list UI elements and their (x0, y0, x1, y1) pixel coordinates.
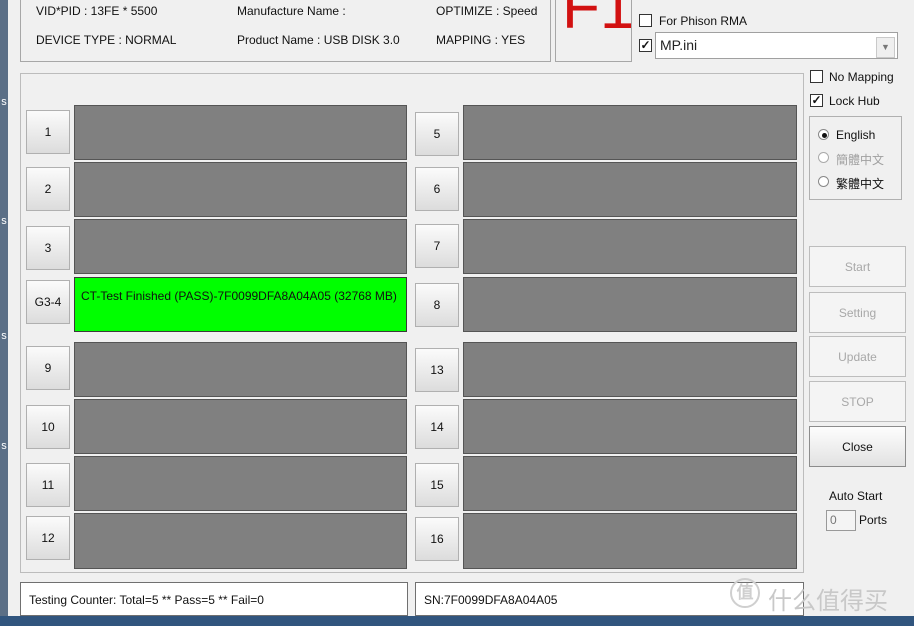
port-slot-12 (74, 513, 407, 569)
auto-start-value: 0 (830, 513, 837, 527)
port-slot-14 (463, 399, 797, 454)
device-info-panel: VID*PID : 13FE * 5500 DEVICE TYPE : NORM… (20, 0, 551, 62)
language-label-english: English (836, 128, 876, 142)
port-slot-g3-4: CT-Test Finished (PASS)-7F0099DFA8A04A05… (74, 277, 407, 332)
port-button-6[interactable]: 6 (415, 167, 459, 211)
language-label-simplified-chinese: 簡體中文 (836, 153, 885, 167)
port-button-2[interactable]: 2 (26, 167, 70, 211)
port-slot-5 (463, 105, 797, 160)
port-button-15[interactable]: 15 (415, 463, 459, 507)
language-radio-simplified-chinese[interactable] (818, 152, 829, 163)
mp-ini-value: MP.ini (660, 37, 698, 53)
port-button-16[interactable]: 16 (415, 517, 459, 561)
port-button-7[interactable]: 7 (415, 224, 459, 268)
close-button[interactable]: Close (809, 426, 906, 467)
watermark-text: 什么值得买 (768, 587, 888, 615)
taskbar-strip (0, 616, 914, 626)
setting-button[interactable]: Setting (809, 292, 906, 333)
desktop-edge-strip: ssss (0, 0, 8, 626)
port-slot-9 (74, 342, 407, 397)
f1-indicator: F1 (555, 0, 632, 62)
port-slot-8 (463, 277, 797, 332)
vid-pid-label: VID*PID : 13FE * 5500 (36, 4, 158, 18)
port-button-g3-4[interactable]: G3-4 (26, 280, 70, 324)
port-slot-2 (74, 162, 407, 217)
watermark-logo-icon: 值 (730, 578, 760, 608)
auto-start-ports-input[interactable]: 0 (826, 510, 856, 531)
port-button-3[interactable]: 3 (26, 226, 70, 270)
language-group: English 簡體中文 繁體中文 (809, 116, 902, 200)
port-slot-11 (74, 456, 407, 511)
for-phison-rma-checkbox[interactable] (639, 14, 652, 27)
port-button-11[interactable]: 11 (26, 463, 70, 507)
port-slot-7 (463, 219, 797, 274)
port-button-8[interactable]: 8 (415, 283, 459, 327)
no-mapping-label: No Mapping (829, 70, 894, 84)
device-type-label: DEVICE TYPE : NORMAL (36, 33, 177, 47)
port-button-9[interactable]: 9 (26, 346, 70, 390)
port-button-14[interactable]: 14 (415, 405, 459, 449)
port-slot-10 (74, 399, 407, 454)
optimize-label: OPTIMIZE : Speed (436, 4, 538, 18)
port-slot-6 (463, 162, 797, 217)
no-mapping-checkbox[interactable] (810, 70, 823, 83)
port-slot-3 (74, 219, 407, 274)
language-radio-traditional-chinese[interactable] (818, 176, 829, 187)
f1-text: F1 (562, 0, 632, 42)
auto-start-unit-label: Ports (859, 513, 888, 527)
port-slot-15 (463, 456, 797, 511)
mapping-label: MAPPING : YES (436, 33, 526, 47)
port-status-g3-4: CT-Test Finished (PASS)-7F0099DFA8A04A05… (81, 289, 397, 303)
auto-start-label: Auto Start (829, 489, 883, 503)
port-slot-13 (463, 342, 797, 397)
mp-ini-checkbox[interactable]: ✓ (639, 39, 652, 52)
port-slot-1 (74, 105, 407, 160)
chevron-down-icon[interactable]: ▼ (876, 37, 895, 58)
start-button[interactable]: Start (809, 246, 906, 287)
language-label-traditional-chinese: 繁體中文 (836, 177, 885, 191)
language-radio-english[interactable] (818, 129, 829, 140)
port-button-1[interactable]: 1 (26, 110, 70, 154)
testing-counter-box: Testing Counter: Total=5 ** Pass=5 ** Fa… (20, 582, 408, 616)
manufacture-name-label: Manufacture Name : (237, 4, 346, 18)
testing-counter-text: Testing Counter: Total=5 ** Pass=5 ** Fa… (29, 593, 264, 607)
port-button-13[interactable]: 13 (415, 348, 459, 392)
lock-hub-checkbox[interactable]: ✓ (810, 94, 823, 107)
product-name-label: Product Name : USB DISK 3.0 (237, 33, 400, 47)
mp-ini-select[interactable]: MP.ini ▼ (655, 32, 898, 59)
port-button-10[interactable]: 10 (26, 405, 70, 449)
port-slot-16 (463, 513, 797, 569)
for-phison-rma-label: For Phison RMA (659, 14, 748, 28)
update-button[interactable]: Update (809, 336, 906, 377)
stop-button[interactable]: STOP (809, 381, 906, 422)
port-button-12[interactable]: 12 (26, 516, 70, 560)
port-button-5[interactable]: 5 (415, 112, 459, 156)
serial-number-text: SN:7F0099DFA8A04A05 (424, 593, 558, 607)
lock-hub-label: Lock Hub (829, 94, 880, 108)
